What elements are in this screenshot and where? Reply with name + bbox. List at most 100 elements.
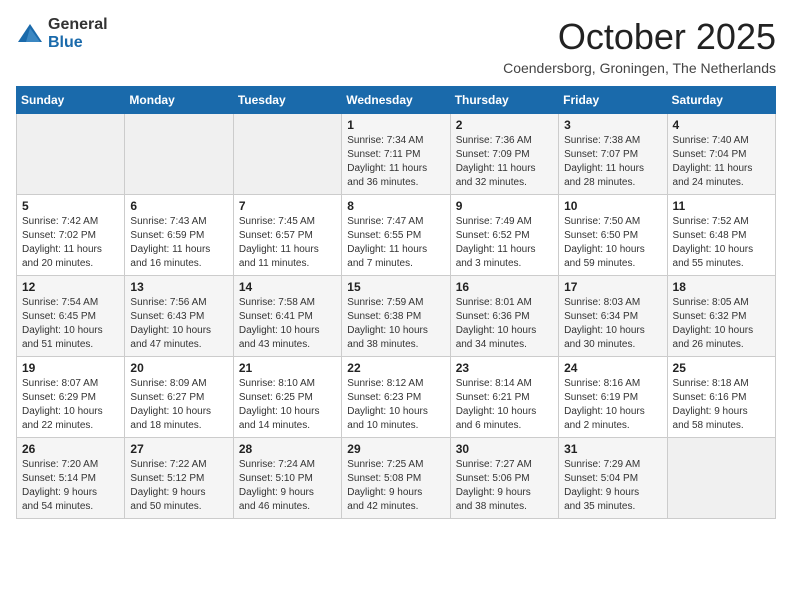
day-info: Sunrise: 7:49 AM Sunset: 6:52 PM Dayligh… <box>456 215 553 271</box>
day-number: 16 <box>456 280 553 294</box>
day-cell: 2Sunrise: 7:36 AM Sunset: 7:09 PM Daylig… <box>450 114 558 195</box>
week-row-1: 1Sunrise: 7:34 AM Sunset: 7:11 PM Daylig… <box>17 114 776 195</box>
title-area: October 2025 Coendersborg, Groningen, Th… <box>503 16 776 76</box>
day-number: 19 <box>22 361 119 375</box>
page-header: General Blue October 2025 Coendersborg, … <box>16 16 776 76</box>
day-info: Sunrise: 8:16 AM Sunset: 6:19 PM Dayligh… <box>564 377 661 433</box>
day-number: 8 <box>347 199 444 213</box>
day-cell: 22 Sunrise: 8:12 AM Sunset: 6:23 PM Dayli… <box>342 357 450 438</box>
day-info: Sunrise: 7:52 AM Sunset: 6:48 PM Dayligh… <box>673 215 770 271</box>
header-monday: Monday <box>125 87 233 114</box>
week-row-5: 26 Sunrise: 7:20 AM Sunset: 5:14 PM Dayli… <box>17 438 776 519</box>
day-number: 26 <box>22 442 119 456</box>
day-cell: 26 Sunrise: 7:20 AM Sunset: 5:14 PM Dayli… <box>17 438 125 519</box>
month-title: October 2025 <box>503 16 776 58</box>
week-row-2: 5Sunrise: 7:42 AM Sunset: 7:02 PM Daylig… <box>17 195 776 276</box>
day-info: Sunrise: 7:43 AM Sunset: 6:59 PM Dayligh… <box>130 215 227 271</box>
day-info: Sunrise: 7:50 AM Sunset: 6:50 PM Dayligh… <box>564 215 661 271</box>
day-info: Sunrise: 8:03 AM Sunset: 6:34 PM Dayligh… <box>564 296 661 352</box>
header-thursday: Thursday <box>450 87 558 114</box>
day-info: Sunrise: 7:24 AM Sunset: 5:10 PM Dayligh… <box>239 458 336 514</box>
day-info: Sunrise: 8:18 AM Sunset: 6:16 PM Dayligh… <box>673 377 770 433</box>
day-cell: 20 Sunrise: 8:09 AM Sunset: 6:27 PM Dayli… <box>125 357 233 438</box>
day-info: Sunrise: 7:40 AM Sunset: 7:04 PM Dayligh… <box>673 134 770 190</box>
day-cell: 3Sunrise: 7:38 AM Sunset: 7:07 PM Daylig… <box>559 114 667 195</box>
day-cell: 27Sunrise: 7:22 AM Sunset: 5:12 PM Dayli… <box>125 438 233 519</box>
day-number: 31 <box>564 442 661 456</box>
day-number: 5 <box>22 199 119 213</box>
header-wednesday: Wednesday <box>342 87 450 114</box>
day-cell: 21 Sunrise: 8:10 AM Sunset: 6:25 PM Dayli… <box>233 357 341 438</box>
logo: General Blue <box>16 16 108 51</box>
day-cell: 14 Sunrise: 7:58 AM Sunset: 6:41 PM Dayli… <box>233 276 341 357</box>
header-sunday: Sunday <box>17 87 125 114</box>
day-cell: 7 Sunrise: 7:45 AM Sunset: 6:57 PM Daylig… <box>233 195 341 276</box>
day-number: 30 <box>456 442 553 456</box>
day-number: 18 <box>673 280 770 294</box>
day-cell: 23Sunrise: 8:14 AM Sunset: 6:21 PM Dayli… <box>450 357 558 438</box>
day-number: 9 <box>456 199 553 213</box>
day-cell: 1Sunrise: 7:34 AM Sunset: 7:11 PM Daylig… <box>342 114 450 195</box>
day-info: Sunrise: 8:01 AM Sunset: 6:36 PM Dayligh… <box>456 296 553 352</box>
day-info: Sunrise: 8:09 AM Sunset: 6:27 PM Dayligh… <box>130 377 227 433</box>
week-row-3: 12 Sunrise: 7:54 AM Sunset: 6:45 PM Dayli… <box>17 276 776 357</box>
day-cell: 28 Sunrise: 7:24 AM Sunset: 5:10 PM Dayli… <box>233 438 341 519</box>
day-cell: 29Sunrise: 7:25 AM Sunset: 5:08 PM Dayli… <box>342 438 450 519</box>
day-info: Sunrise: 8:07 AM Sunset: 6:29 PM Dayligh… <box>22 377 119 433</box>
day-cell: 4 Sunrise: 7:40 AM Sunset: 7:04 PM Daylig… <box>667 114 775 195</box>
day-number: 14 <box>239 280 336 294</box>
day-cell <box>17 114 125 195</box>
day-cell: 9 Sunrise: 7:49 AM Sunset: 6:52 PM Daylig… <box>450 195 558 276</box>
day-number: 10 <box>564 199 661 213</box>
day-number: 29 <box>347 442 444 456</box>
day-number: 7 <box>239 199 336 213</box>
day-number: 24 <box>564 361 661 375</box>
day-cell <box>233 114 341 195</box>
day-number: 23 <box>456 361 553 375</box>
day-info: Sunrise: 7:22 AM Sunset: 5:12 PM Dayligh… <box>130 458 227 514</box>
day-cell: 30 Sunrise: 7:27 AM Sunset: 5:06 PM Dayli… <box>450 438 558 519</box>
day-number: 28 <box>239 442 336 456</box>
day-cell: 11 Sunrise: 7:52 AM Sunset: 6:48 PM Dayli… <box>667 195 775 276</box>
day-cell: 18 Sunrise: 8:05 AM Sunset: 6:32 PM Dayli… <box>667 276 775 357</box>
day-info: Sunrise: 7:27 AM Sunset: 5:06 PM Dayligh… <box>456 458 553 514</box>
logo-general-text: General <box>48 16 108 34</box>
header-tuesday: Tuesday <box>233 87 341 114</box>
day-info: Sunrise: 7:54 AM Sunset: 6:45 PM Dayligh… <box>22 296 119 352</box>
day-number: 21 <box>239 361 336 375</box>
day-number: 6 <box>130 199 227 213</box>
day-info: Sunrise: 7:56 AM Sunset: 6:43 PM Dayligh… <box>130 296 227 352</box>
day-number: 22 <box>347 361 444 375</box>
day-number: 1 <box>347 118 444 132</box>
day-info: Sunrise: 8:12 AM Sunset: 6:23 PM Dayligh… <box>347 377 444 433</box>
day-cell: 17Sunrise: 8:03 AM Sunset: 6:34 PM Dayli… <box>559 276 667 357</box>
day-info: Sunrise: 7:47 AM Sunset: 6:55 PM Dayligh… <box>347 215 444 271</box>
day-cell: 8 Sunrise: 7:47 AM Sunset: 6:55 PM Daylig… <box>342 195 450 276</box>
day-info: Sunrise: 7:58 AM Sunset: 6:41 PM Dayligh… <box>239 296 336 352</box>
day-info: Sunrise: 8:10 AM Sunset: 6:25 PM Dayligh… <box>239 377 336 433</box>
day-cell: 25 Sunrise: 8:18 AM Sunset: 6:16 PM Dayli… <box>667 357 775 438</box>
day-number: 13 <box>130 280 227 294</box>
day-info: Sunrise: 7:45 AM Sunset: 6:57 PM Dayligh… <box>239 215 336 271</box>
day-cell: 13 Sunrise: 7:56 AM Sunset: 6:43 PM Dayli… <box>125 276 233 357</box>
day-number: 25 <box>673 361 770 375</box>
day-number: 20 <box>130 361 227 375</box>
day-cell: 5Sunrise: 7:42 AM Sunset: 7:02 PM Daylig… <box>17 195 125 276</box>
day-info: Sunrise: 8:05 AM Sunset: 6:32 PM Dayligh… <box>673 296 770 352</box>
day-info: Sunrise: 7:29 AM Sunset: 5:04 PM Dayligh… <box>564 458 661 514</box>
day-number: 12 <box>22 280 119 294</box>
header-saturday: Saturday <box>667 87 775 114</box>
header-row: SundayMondayTuesdayWednesdayThursdayFrid… <box>17 87 776 114</box>
logo-icon <box>16 20 44 48</box>
day-number: 3 <box>564 118 661 132</box>
day-number: 11 <box>673 199 770 213</box>
week-row-4: 19 Sunrise: 8:07 AM Sunset: 6:29 PM Dayli… <box>17 357 776 438</box>
calendar-table: SundayMondayTuesdayWednesdayThursdayFrid… <box>16 86 776 519</box>
logo-blue-text: Blue <box>48 34 108 52</box>
calendar-header: SundayMondayTuesdayWednesdayThursdayFrid… <box>17 87 776 114</box>
day-number: 4 <box>673 118 770 132</box>
day-cell <box>667 438 775 519</box>
day-info: Sunrise: 7:20 AM Sunset: 5:14 PM Dayligh… <box>22 458 119 514</box>
day-number: 2 <box>456 118 553 132</box>
day-number: 15 <box>347 280 444 294</box>
